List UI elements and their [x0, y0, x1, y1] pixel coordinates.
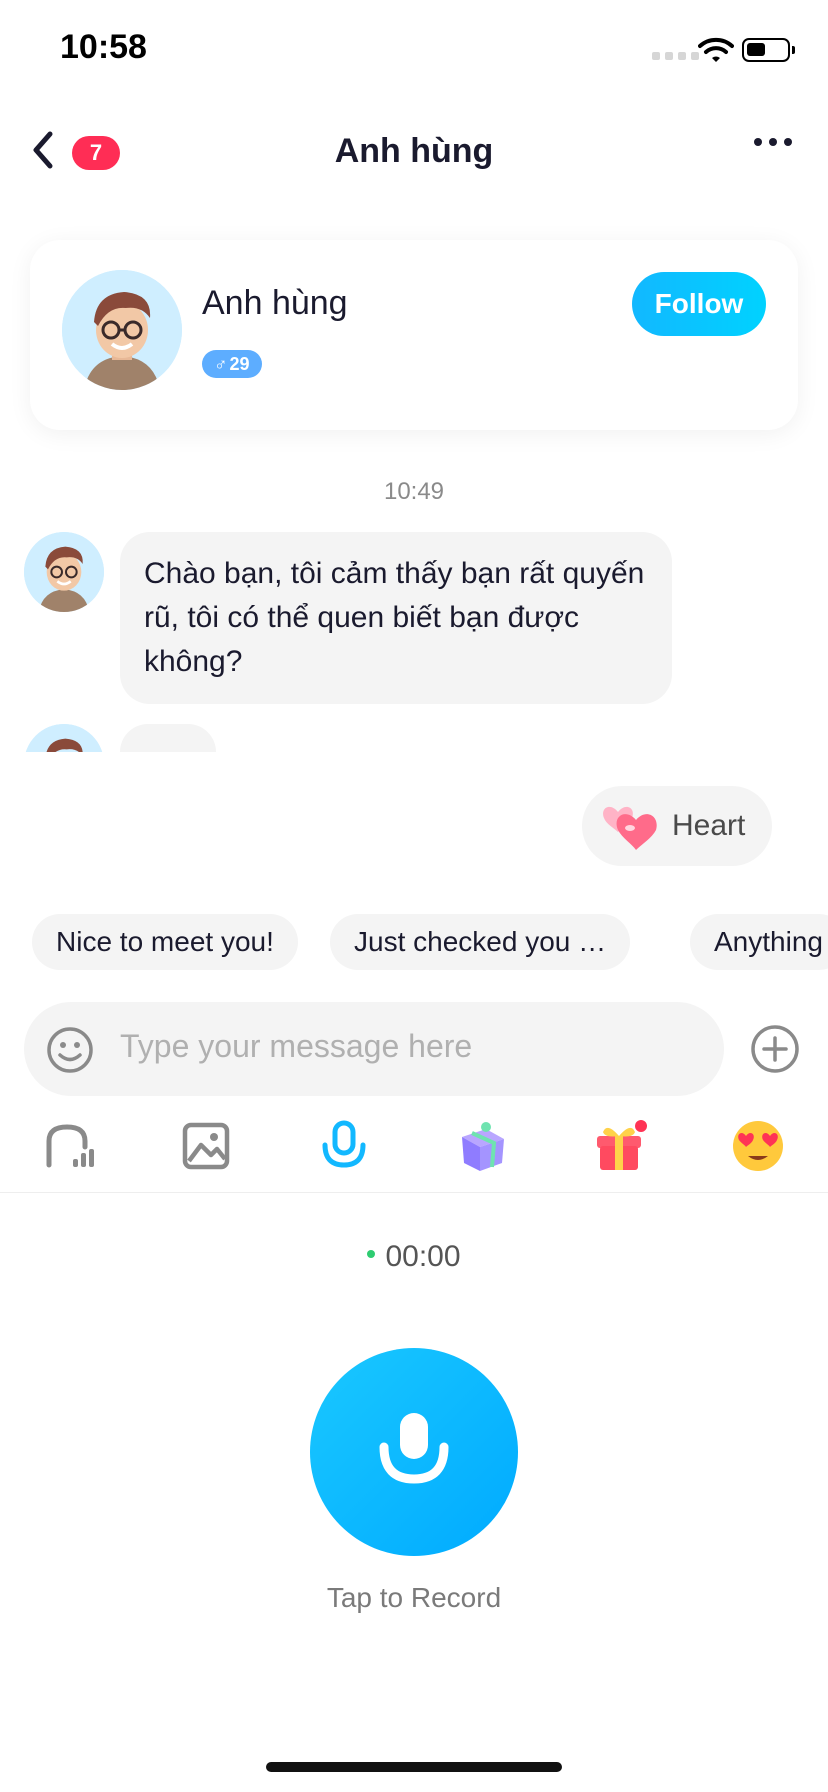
message-input-bar[interactable]: Type your message here [24, 1002, 724, 1096]
signal-icon[interactable] [40, 1116, 100, 1176]
chat-header: 7 Anh hùng [0, 110, 828, 190]
plus-icon[interactable] [750, 1024, 800, 1074]
status-time: 10:58 [60, 28, 147, 66]
microphone-icon [379, 1413, 449, 1484]
sender-avatar[interactable] [24, 532, 104, 612]
heart-icon [603, 806, 657, 850]
age-value: 29 [229, 353, 250, 374]
media-toolbar [0, 1116, 828, 1188]
page-title: Anh hùng [334, 132, 494, 170]
status-bar: 10:58 [0, 0, 828, 100]
gender-age-badge: ♂ 29 [202, 350, 262, 378]
avatar[interactable] [62, 270, 182, 390]
message-timestamp: 10:49 [383, 478, 445, 505]
emoji-icon[interactable] [46, 1026, 94, 1074]
message-input[interactable]: Type your message here [120, 1028, 472, 1065]
follow-button[interactable]: Follow [632, 272, 766, 336]
sender-avatar[interactable] [24, 724, 104, 752]
record-button[interactable] [310, 1348, 518, 1556]
male-icon: ♂ [214, 353, 228, 374]
quick-reply-chip[interactable]: Anything [690, 914, 828, 970]
toolbar-divider [0, 1192, 828, 1193]
recording-status-dot [367, 1250, 376, 1259]
record-timer: 00:00 [0, 1240, 828, 1274]
quick-reply-chip[interactable]: Nice to meet you! [32, 914, 298, 970]
record-timer-value: 00:00 [385, 1240, 461, 1273]
heart-eyes-emoji-icon[interactable] [728, 1116, 788, 1176]
clipped-message-row [0, 720, 828, 752]
profile-card: Anh hùng ♂ 29 Follow [30, 240, 798, 430]
profile-name: Anh hùng [202, 284, 348, 322]
microphone-icon[interactable] [314, 1116, 374, 1176]
heart-suggestion-label: Heart [672, 809, 746, 842]
quick-reply-chip[interactable]: Just checked you … [330, 914, 631, 970]
record-label: Tap to Record [326, 1582, 502, 1613]
cellular-signal-icon [652, 52, 699, 60]
heart-suggestion-chip[interactable]: Heart [582, 786, 772, 866]
home-indicator[interactable] [266, 1762, 562, 1772]
battery-icon [742, 38, 795, 62]
message-bubble[interactable]: Chào bạn, tôi cảm thấy bạn rất quyến rũ,… [120, 532, 672, 704]
wifi-icon [698, 37, 734, 62]
message-bubble[interactable] [120, 724, 216, 752]
quick-replies: Nice to meet you! Just checked you … Any… [0, 914, 828, 970]
image-icon[interactable] [176, 1116, 236, 1176]
gift-icon[interactable] [590, 1116, 650, 1176]
gift-box-icon[interactable] [452, 1116, 512, 1176]
more-options-icon[interactable] [754, 138, 792, 146]
